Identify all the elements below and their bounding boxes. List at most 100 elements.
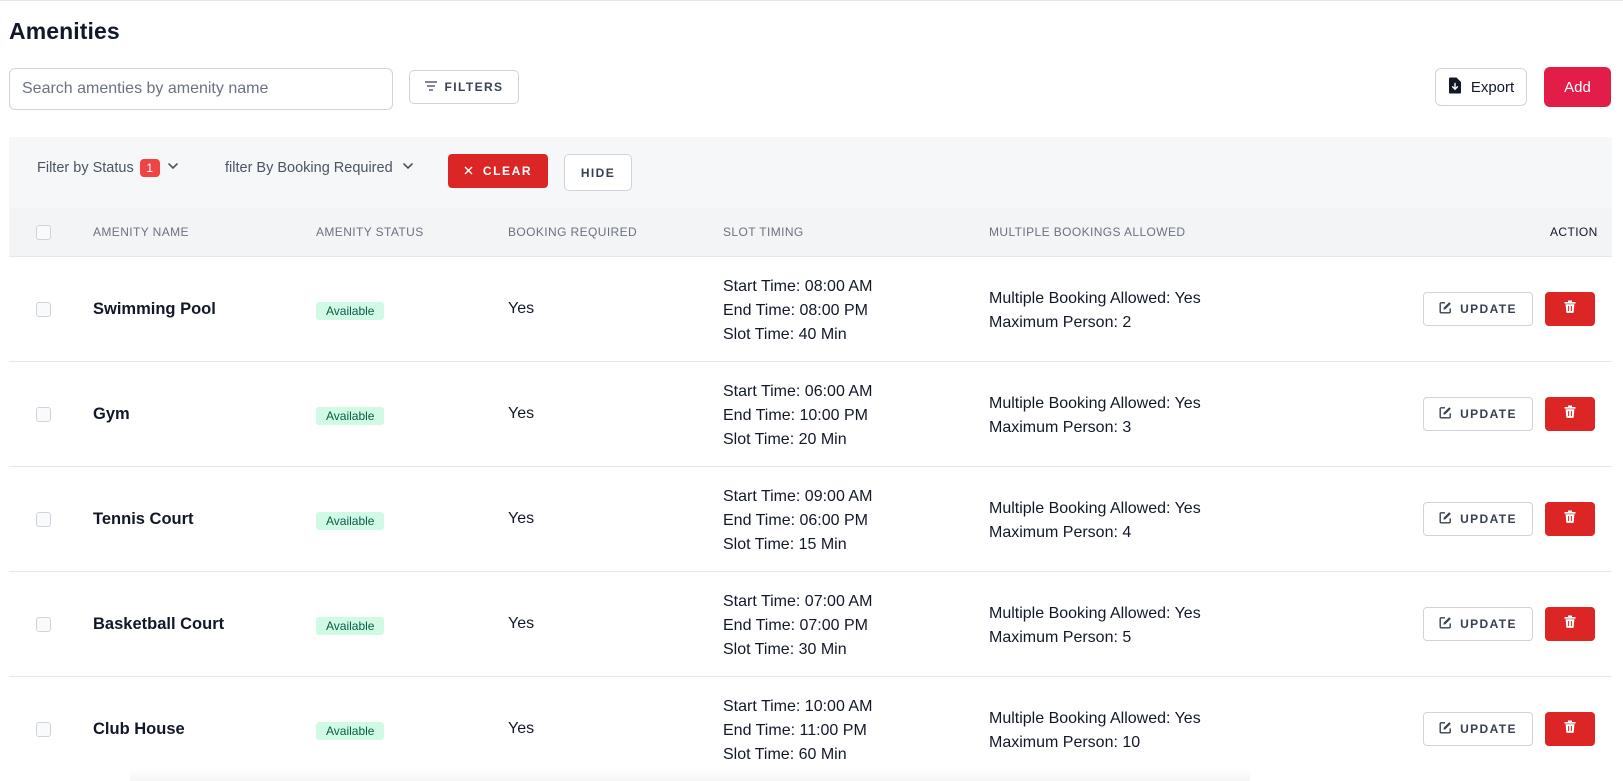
select-all-checkbox[interactable]: [36, 225, 51, 240]
multiple-booking-allowed: Multiple Booking Allowed: Yes: [989, 290, 1201, 307]
amenity-name: Swimming Pool: [93, 300, 216, 318]
update-button[interactable]: UPDATE: [1423, 712, 1533, 746]
update-button[interactable]: UPDATE: [1423, 397, 1533, 431]
multiple-booking-allowed: Multiple Booking Allowed: Yes: [989, 500, 1201, 517]
row-checkbox[interactable]: [36, 512, 51, 527]
maximum-person: Maximum Person: 3: [989, 419, 1132, 436]
slot-time: Slot Time: 60 Min: [723, 746, 847, 763]
row-checkbox[interactable]: [36, 722, 51, 737]
multiple-bookings-info: Multiple Booking Allowed: Yes Maximum Pe…: [989, 602, 1201, 650]
slot-time: Slot Time: 30 Min: [723, 641, 847, 658]
amenity-name: Basketball Court: [93, 615, 225, 633]
row-checkbox[interactable]: [36, 407, 51, 422]
end-time: End Time: 06:00 PM: [723, 512, 868, 529]
maximum-person: Maximum Person: 4: [989, 524, 1132, 541]
column-header-multiple-bookings: MULTIPLE BOOKINGS ALLOWED: [989, 225, 1186, 239]
table-row: Basketball Court Available Yes Start Tim…: [9, 572, 1612, 677]
slot-time: Slot Time: 15 Min: [723, 536, 847, 553]
trash-icon: [1564, 615, 1576, 633]
filters-label: FILTERS: [444, 80, 504, 94]
end-time: End Time: 10:00 PM: [723, 407, 868, 424]
status-badge: Available: [316, 512, 385, 530]
multiple-booking-allowed: Multiple Booking Allowed: Yes: [989, 710, 1201, 727]
hide-button[interactable]: HIDE: [564, 154, 632, 191]
booking-required-value: Yes: [508, 720, 535, 737]
delete-button[interactable]: [1545, 712, 1595, 746]
trash-icon: [1564, 300, 1576, 318]
add-button[interactable]: Add: [1544, 67, 1611, 107]
booking-required-value: Yes: [508, 510, 535, 527]
slot-time: Slot Time: 20 Min: [723, 431, 847, 448]
booking-filter-dropdown[interactable]: filter By Booking Required: [225, 159, 415, 177]
start-time: Start Time: 09:00 AM: [723, 488, 873, 505]
multiple-booking-allowed: Multiple Booking Allowed: Yes: [989, 395, 1201, 412]
column-header-action: ACTION: [1550, 225, 1598, 239]
status-filter-dropdown[interactable]: Filter by Status 1: [37, 159, 180, 177]
table-row: Tennis Court Available Yes Start Time: 0…: [9, 467, 1612, 572]
delete-button[interactable]: [1545, 607, 1595, 641]
edit-icon: [1439, 616, 1452, 632]
table-row: Gym Available Yes Start Time: 06:00 AM E…: [9, 362, 1612, 467]
chevron-down-icon: [166, 159, 180, 177]
status-filter-label: Filter by Status: [37, 160, 134, 176]
status-badge: Available: [316, 722, 385, 740]
slot-time: Slot Time: 40 Min: [723, 326, 847, 343]
trash-icon: [1564, 510, 1576, 528]
column-header-booking-required: BOOKING REQUIRED: [508, 225, 638, 239]
amenity-name: Tennis Court: [93, 510, 194, 528]
file-download-icon: [1448, 77, 1462, 98]
delete-button[interactable]: [1545, 502, 1595, 536]
booking-required-value: Yes: [508, 300, 535, 317]
table-row: Swimming Pool Available Yes Start Time: …: [9, 257, 1612, 362]
table-row: Club House Available Yes Start Time: 10:…: [9, 677, 1612, 781]
delete-button[interactable]: [1545, 292, 1595, 326]
end-time: End Time: 08:00 PM: [723, 302, 868, 319]
update-button[interactable]: UPDATE: [1423, 607, 1533, 641]
edit-icon: [1439, 721, 1452, 737]
search-input[interactable]: [9, 68, 393, 110]
end-time: End Time: 11:00 PM: [723, 722, 867, 739]
multiple-booking-allowed: Multiple Booking Allowed: Yes: [989, 605, 1201, 622]
update-label: UPDATE: [1460, 617, 1517, 631]
multiple-bookings-info: Multiple Booking Allowed: Yes Maximum Pe…: [989, 707, 1201, 755]
start-time: Start Time: 07:00 AM: [723, 593, 873, 610]
multiple-bookings-info: Multiple Booking Allowed: Yes Maximum Pe…: [989, 497, 1201, 545]
clear-button[interactable]: CLEAR: [448, 154, 548, 188]
maximum-person: Maximum Person: 10: [989, 734, 1141, 751]
maximum-person: Maximum Person: 5: [989, 629, 1132, 646]
column-header-slot-timing: SLOT TIMING: [723, 225, 804, 239]
trash-icon: [1564, 405, 1576, 423]
update-label: UPDATE: [1460, 407, 1517, 421]
edit-icon: [1439, 301, 1452, 317]
amenity-name: Club House: [93, 720, 185, 738]
filter-bar: Filter by Status 1 filter By Booking Req…: [9, 137, 1612, 208]
delete-button[interactable]: [1545, 397, 1595, 431]
filter-lines-icon: [424, 80, 437, 94]
top-divider: [0, 0, 1623, 1]
start-time: Start Time: 10:00 AM: [723, 698, 873, 715]
update-button[interactable]: UPDATE: [1423, 292, 1533, 326]
scroll-shadow: [130, 769, 1250, 781]
amenity-name: Gym: [93, 405, 130, 423]
status-badge: Available: [316, 617, 385, 635]
multiple-bookings-info: Multiple Booking Allowed: Yes Maximum Pe…: [989, 392, 1201, 440]
table-header: AMENITY NAME AMENITY STATUS BOOKING REQU…: [9, 208, 1612, 257]
booking-required-value: Yes: [508, 615, 535, 632]
status-badge: Available: [316, 407, 385, 425]
start-time: Start Time: 08:00 AM: [723, 278, 873, 295]
update-label: UPDATE: [1460, 512, 1517, 526]
slot-timing: Start Time: 06:00 AM End Time: 10:00 PM …: [723, 380, 872, 452]
trash-icon: [1564, 720, 1576, 738]
export-button[interactable]: Export: [1435, 68, 1527, 106]
end-time: End Time: 07:00 PM: [723, 617, 868, 634]
update-button[interactable]: UPDATE: [1423, 502, 1533, 536]
row-checkbox[interactable]: [36, 302, 51, 317]
column-header-amenity-name: AMENITY NAME: [93, 225, 189, 239]
edit-icon: [1439, 406, 1452, 422]
row-checkbox[interactable]: [36, 617, 51, 632]
page-title: Amenities: [9, 18, 120, 44]
update-label: UPDATE: [1460, 302, 1517, 316]
filters-button[interactable]: FILTERS: [409, 70, 519, 104]
booking-filter-label: filter By Booking Required: [225, 160, 393, 176]
multiple-bookings-info: Multiple Booking Allowed: Yes Maximum Pe…: [989, 287, 1201, 335]
